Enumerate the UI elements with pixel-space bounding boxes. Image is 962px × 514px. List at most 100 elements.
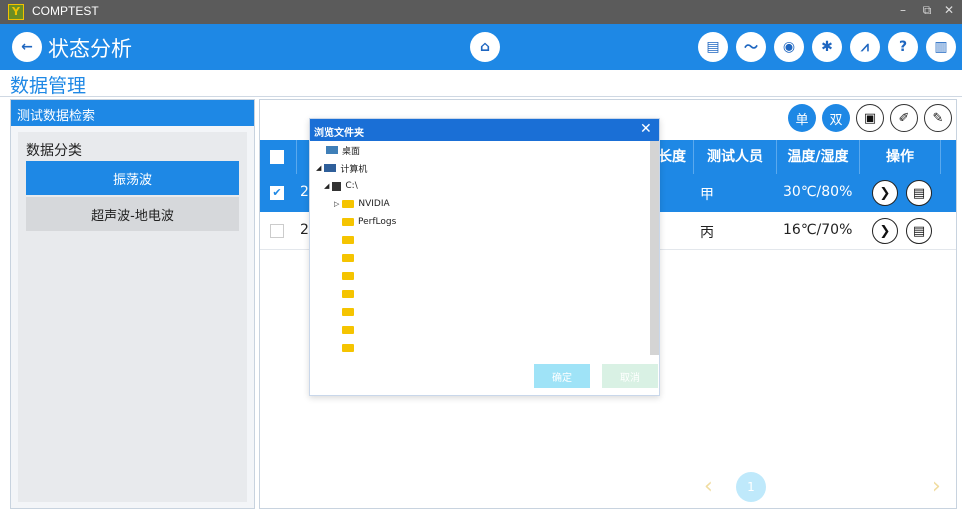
row-tester: 甲 — [700, 187, 714, 203]
home-icon: ⌂ — [479, 39, 491, 55]
dialog-close-button[interactable]: ✕ — [640, 121, 652, 137]
home-button[interactable]: ⌂ — [470, 32, 500, 62]
tree-node-folder[interactable] — [310, 303, 650, 321]
back-button[interactable]: ← — [12, 32, 42, 62]
folder-icon — [342, 218, 354, 226]
edit-button[interactable]: ✎ — [924, 104, 952, 132]
save-icon: ▣ — [863, 110, 877, 126]
tree-node-folder[interactable]: ▷ NVIDIA — [310, 195, 650, 213]
dialog-title: 浏览文件夹 — [314, 128, 364, 139]
tree-node-desktop[interactable]: 桌面 — [310, 141, 650, 159]
book-icon: ▥ — [934, 39, 948, 55]
tree-node-folder[interactable] — [310, 339, 650, 357]
back-arrow-icon: ← — [21, 39, 33, 55]
tree-node-drive-c[interactable]: ◢ C:\ — [310, 177, 650, 195]
trend-button[interactable]: 〜 — [736, 32, 766, 62]
section-title: 数据管理 — [10, 75, 87, 97]
single-mode-button[interactable]: 单 — [788, 104, 816, 132]
folder-icon — [342, 290, 354, 298]
column-actions: 操作 — [886, 149, 914, 165]
tree-node-folder[interactable] — [310, 249, 650, 267]
pagination: ‹ 1 › — [700, 470, 950, 504]
clipboard-icon: ▤ — [912, 223, 926, 239]
folder-icon — [342, 308, 354, 316]
clipboard-button[interactable]: ▤ — [698, 32, 728, 62]
window-titlebar: Y COMPTEST – ⧉ ✕ — [0, 0, 962, 24]
search-panel: 测试数据检索 数据分类 振荡波 超声波-地电波 — [10, 99, 255, 509]
section-divider — [0, 96, 962, 97]
close-window-button[interactable]: ✕ — [940, 3, 958, 17]
dialog-titlebar: 浏览文件夹 ✕ — [310, 119, 659, 141]
folder-icon — [342, 254, 354, 262]
pencil-icon: ✎ — [932, 110, 944, 126]
minimize-button[interactable]: – — [894, 3, 912, 17]
row-open-button[interactable]: ❯ — [872, 180, 898, 206]
tree-node-computer[interactable]: ◢ 计算机 — [310, 159, 650, 177]
help-button[interactable]: ? — [888, 32, 918, 62]
app-logo: Y — [8, 4, 24, 20]
help-icon: ? — [898, 39, 908, 55]
folder-icon — [342, 326, 354, 334]
category-oscillation-wave[interactable]: 振荡波 — [26, 161, 239, 195]
chart-icon: ⩘ — [861, 39, 869, 55]
category-ultrasonic-tev[interactable]: 超声波-地电波 — [26, 197, 239, 231]
manual-button[interactable]: ▥ — [926, 32, 956, 62]
camera-icon: ◉ — [782, 39, 796, 55]
row-export-button[interactable]: ▤ — [906, 180, 932, 206]
expand-arrow-icon[interactable]: ◢ — [316, 164, 321, 172]
dialog-ok-button[interactable]: 确定 — [534, 364, 590, 388]
folder-tree: 桌面 ◢ 计算机 ◢ C:\ ▷ NVIDIA PerfLogs — [310, 141, 650, 355]
chart-button[interactable]: ⩘ — [850, 32, 880, 62]
computer-icon — [324, 164, 337, 172]
save-button[interactable]: ▣ — [856, 104, 884, 132]
row-temp-humidity: 16℃/70% — [783, 222, 853, 238]
folder-icon — [342, 344, 354, 352]
chevron-right-icon: ❯ — [879, 223, 891, 239]
browse-folder-dialog: 浏览文件夹 ✕ 桌面 ◢ 计算机 ◢ C:\ ▷ NVIDIA PerfLogs — [309, 118, 660, 396]
settings-button[interactable]: ✱ — [812, 32, 842, 62]
page-title: 状态分析 — [48, 37, 132, 61]
gear-icon: ✱ — [821, 39, 833, 55]
desktop-icon — [326, 146, 338, 154]
drive-icon — [332, 181, 342, 191]
select-all-checkbox[interactable] — [270, 150, 284, 164]
column-tester: 测试人员 — [707, 149, 763, 165]
restore-button[interactable]: ⧉ — [918, 3, 936, 18]
prev-page-button[interactable]: ‹ — [704, 474, 713, 499]
column-divider — [940, 140, 941, 174]
row-checkbox[interactable]: ✔ — [270, 186, 284, 200]
row-export-button[interactable]: ▤ — [906, 218, 932, 244]
folder-icon — [342, 200, 355, 208]
next-page-button[interactable]: › — [932, 474, 941, 499]
row-open-button[interactable]: ❯ — [872, 218, 898, 244]
category-box: 数据分类 振荡波 超声波-地电波 — [18, 132, 247, 502]
app-header: ← 状态分析 ⌂ ▤ 〜 ◉ ✱ ⩘ ? ▥ — [0, 24, 962, 70]
tree-node-folder[interactable] — [310, 321, 650, 339]
collapse-arrow-icon[interactable]: ▷ — [334, 200, 339, 208]
app-name: COMPTEST — [32, 4, 99, 18]
tree-scrollbar[interactable] — [650, 141, 659, 355]
trend-icon: 〜 — [744, 40, 758, 56]
folder-icon — [342, 236, 354, 244]
clipboard-icon: ▤ — [912, 185, 926, 201]
tree-node-folder[interactable] — [310, 267, 650, 285]
clipboard-icon: ▤ — [706, 39, 720, 55]
search-panel-header: 测试数据检索 — [11, 100, 254, 126]
column-temp-humidity: 温度/湿度 — [787, 149, 849, 165]
folder-icon — [342, 272, 354, 280]
row-tester: 丙 — [700, 225, 714, 241]
magic-wand-icon: ✐ — [898, 110, 910, 126]
tree-node-folder[interactable]: PerfLogs — [310, 213, 650, 231]
chevron-right-icon: ❯ — [879, 185, 891, 201]
current-page[interactable]: 1 — [736, 472, 766, 502]
double-mode-button[interactable]: 双 — [822, 104, 850, 132]
tree-node-folder[interactable] — [310, 231, 650, 249]
dialog-cancel-button[interactable]: 取消 — [602, 364, 658, 388]
camera-button[interactable]: ◉ — [774, 32, 804, 62]
magic-wand-button[interactable]: ✐ — [890, 104, 918, 132]
row-temp-humidity: 30℃/80% — [783, 184, 853, 200]
expand-arrow-icon[interactable]: ◢ — [324, 182, 329, 190]
row-checkbox[interactable] — [270, 224, 284, 238]
tree-node-folder[interactable] — [310, 285, 650, 303]
category-title: 数据分类 — [26, 143, 82, 159]
